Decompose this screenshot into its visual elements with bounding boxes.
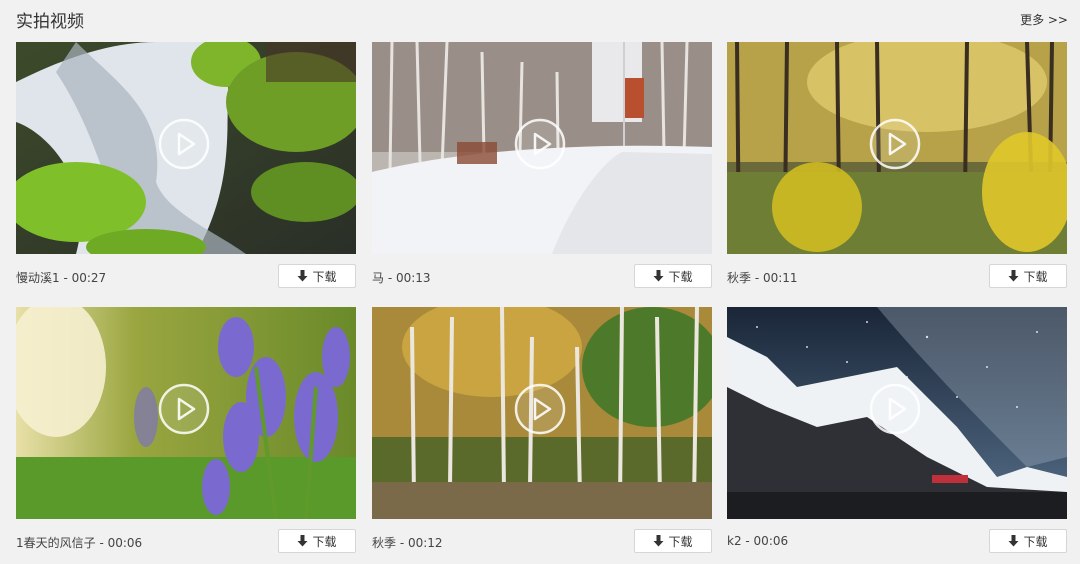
video-thumbnail[interactable] xyxy=(16,307,356,519)
download-label: 下载 xyxy=(668,269,693,284)
video-card: k2 - 00:06 下载 xyxy=(727,307,1067,557)
section-title: 实拍视频 xyxy=(16,12,84,32)
video-card: 秋季 - 00:12 下载 xyxy=(372,307,712,557)
video-thumbnail[interactable] xyxy=(16,42,356,254)
download-arrow-icon xyxy=(653,270,664,282)
video-card: 秋季 - 00:11 下载 xyxy=(727,42,1067,292)
video-caption: 1春天的风信子 - 00:06 xyxy=(16,536,143,550)
download-arrow-icon xyxy=(297,535,308,547)
section-header: 实拍视频 更多 >> xyxy=(0,0,1080,40)
video-caption: 秋季 - 00:12 xyxy=(372,536,443,550)
download-arrow-icon xyxy=(653,535,664,547)
download-arrow-icon xyxy=(297,270,308,282)
download-label: 下载 xyxy=(312,534,337,549)
download-button[interactable]: 下载 xyxy=(634,529,712,553)
more-link[interactable]: 更多 >> xyxy=(1020,11,1068,28)
play-icon xyxy=(158,118,210,170)
download-arrow-icon xyxy=(1008,270,1019,282)
play-icon xyxy=(514,383,566,435)
download-button[interactable]: 下载 xyxy=(278,264,356,288)
video-thumbnail[interactable] xyxy=(727,42,1067,254)
download-button[interactable]: 下载 xyxy=(989,529,1067,553)
download-arrow-icon xyxy=(1008,535,1019,547)
play-icon xyxy=(158,383,210,435)
download-label: 下载 xyxy=(1023,534,1048,549)
download-button[interactable]: 下载 xyxy=(634,264,712,288)
download-button[interactable]: 下载 xyxy=(989,264,1067,288)
video-card: 慢动溪1 - 00:27 下载 xyxy=(16,42,356,292)
video-caption: 马 - 00:13 xyxy=(372,271,431,285)
video-caption: 慢动溪1 - 00:27 xyxy=(16,271,107,285)
play-icon xyxy=(869,383,921,435)
download-label: 下载 xyxy=(312,269,337,284)
video-card: 马 - 00:13 下载 xyxy=(372,42,712,292)
download-label: 下载 xyxy=(1023,269,1048,284)
video-thumbnail[interactable] xyxy=(372,42,712,254)
video-card: 1春天的风信子 - 00:06 下载 xyxy=(16,307,356,557)
video-caption: 秋季 - 00:11 xyxy=(727,271,798,285)
video-caption: k2 - 00:06 xyxy=(727,534,789,548)
play-icon xyxy=(514,118,566,170)
download-label: 下载 xyxy=(668,534,693,549)
download-button[interactable]: 下载 xyxy=(278,529,356,553)
video-thumbnail[interactable] xyxy=(372,307,712,519)
play-icon xyxy=(869,118,921,170)
video-thumbnail[interactable] xyxy=(727,307,1067,519)
